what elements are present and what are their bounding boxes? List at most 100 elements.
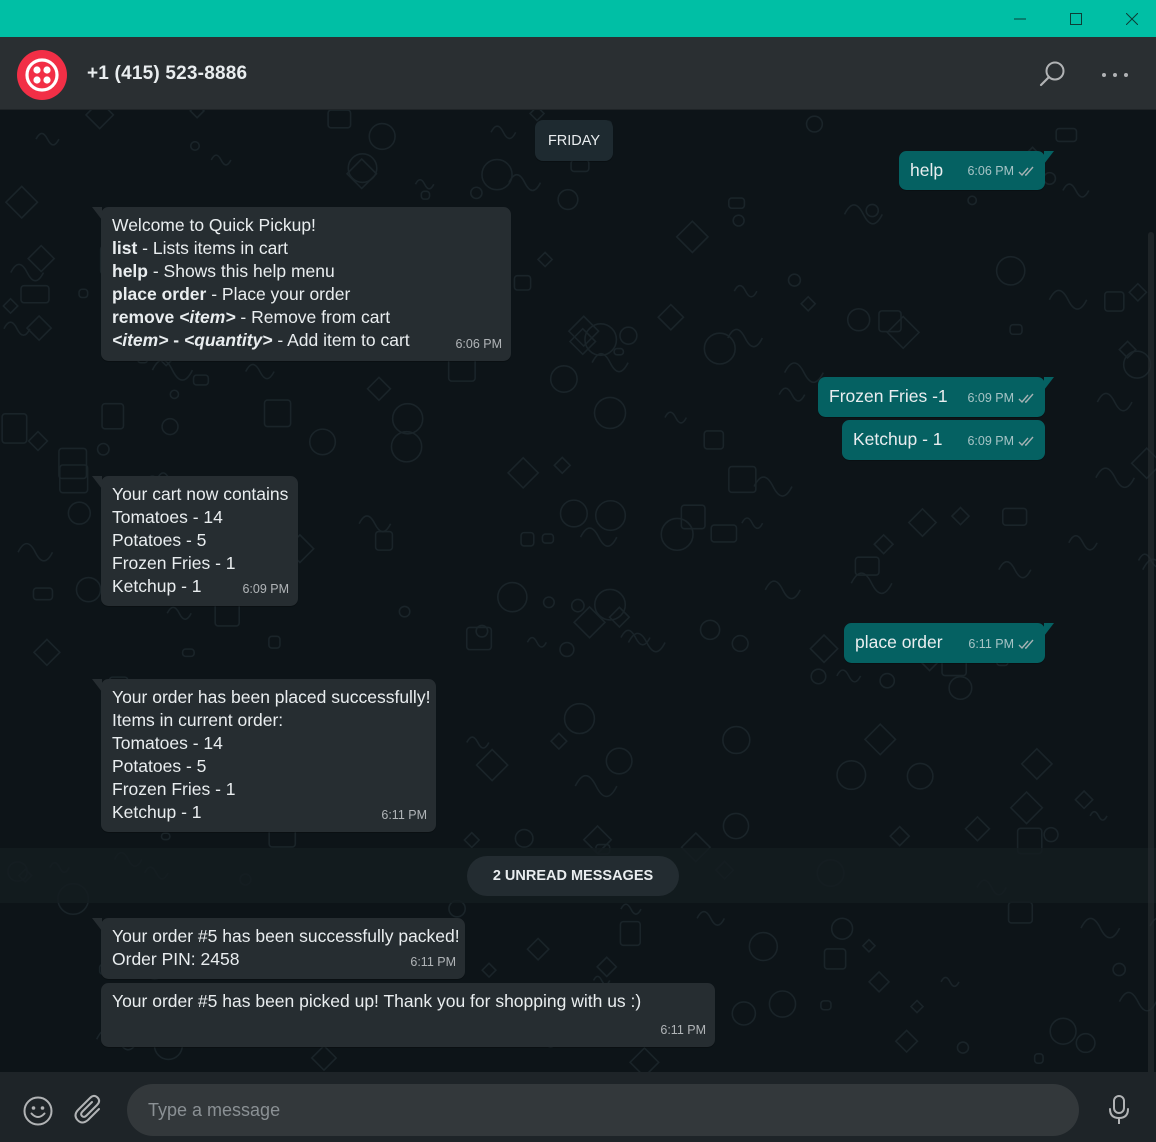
wallpaper-doodle: [1103, 291, 1125, 312]
minimize-button[interactable]: [992, 0, 1048, 37]
contact-name[interactable]: +1 (415) 523-8886: [87, 63, 247, 85]
wallpaper-doodle: [189, 140, 201, 152]
wallpaper-doodle: [463, 831, 481, 849]
wallpaper-doodle: [940, 976, 960, 988]
command-name: help: [112, 261, 148, 281]
wallpaper-doodle: [263, 399, 292, 428]
wallpaper-doodle: [368, 122, 396, 151]
wallpaper-doodle: [391, 402, 424, 435]
command-description: - Shows this help menu: [147, 261, 335, 281]
wallpaper-doodle: [596, 956, 618, 978]
wallpaper-doodle: [32, 638, 61, 667]
wallpaper-doodle: [10, 263, 45, 282]
message-line: Your order #5 has been picked up! Thank …: [112, 991, 642, 1011]
wallpaper-doodle: [542, 596, 556, 609]
message-bubble-outgoing[interactable]: place order 6:11 PM: [844, 623, 1054, 663]
message-time: 6:09 PM: [967, 434, 1014, 448]
message-bubble-incoming[interactable]: Your order #5 has been successfully pack…: [92, 918, 465, 979]
search-button[interactable]: [1038, 60, 1068, 90]
wallpaper-doodle: [1096, 392, 1133, 412]
wallpaper-doodle: [703, 430, 725, 450]
wallpaper-doodle: [366, 376, 392, 402]
wallpaper-doodle: [886, 315, 921, 350]
wallpaper-doodle: [964, 815, 991, 842]
wallpaper-doodle: [950, 506, 971, 526]
wallpaper-doodle: [1074, 789, 1094, 810]
wallpaper-doodle: [166, 606, 192, 621]
wallpaper-doodle: [733, 284, 758, 298]
wallpaper-doodle: [620, 903, 642, 915]
message-time: 6:11 PM: [410, 955, 456, 969]
chat-header: +1 (415) 523-8886: [0, 37, 1156, 110]
wallpaper-doodle: [390, 430, 423, 463]
message-bubble-incoming[interactable]: Your order #5 has been picked up! Thank …: [101, 983, 715, 1047]
message-bubble-outgoing[interactable]: Frozen Fries -1 6:09 PM: [818, 377, 1054, 417]
message-composer: [0, 1072, 1156, 1142]
wallpaper-doodle: [514, 828, 534, 848]
wallpaper-doodle: [310, 1044, 338, 1072]
message-line: Your order #5 has been successfully pack…: [112, 926, 460, 946]
wallpaper-doodle: [541, 533, 555, 544]
message-line: Welcome to Quick Pickup!: [112, 215, 316, 235]
menu-button[interactable]: [1098, 60, 1132, 90]
microphone-icon: [1109, 1095, 1129, 1124]
twilio-logo-icon: [25, 58, 59, 92]
wallpaper-doodle: [820, 1000, 832, 1011]
double-check-icon: [1018, 639, 1034, 650]
wallpaper-doodle: [906, 762, 934, 790]
message-input[interactable]: [127, 1084, 1079, 1136]
maximize-button[interactable]: [1048, 0, 1104, 37]
wallpaper-doodle: [481, 158, 513, 191]
message-meta: 6:11 PM: [410, 951, 456, 974]
wallpaper-doodle: [557, 188, 579, 211]
wallpaper-doodle: [731, 1001, 757, 1026]
wallpaper-doodle: [861, 938, 877, 953]
message-bubble-incoming[interactable]: Your order has been placed successfully!…: [92, 679, 436, 832]
wallpaper-doodle: [1043, 826, 1059, 843]
wallpaper-doodle: [854, 556, 880, 576]
avatar[interactable]: [17, 50, 67, 100]
message-bubble-incoming[interactable]: Your cart now contains Tomatoes - 14 Pot…: [92, 476, 298, 606]
wallpaper-doodle: [506, 456, 540, 490]
wallpaper-doodle: [889, 825, 911, 847]
wallpaper-doodle: [1055, 127, 1078, 143]
emoji-button[interactable]: [22, 1095, 54, 1127]
wallpaper-doodle: [594, 499, 627, 532]
wallpaper-doodle: [101, 402, 125, 430]
wallpaper-doodle: [680, 504, 706, 530]
wallpaper-doodle: [731, 634, 749, 653]
wallpaper-doodle: [699, 619, 721, 641]
wallpaper-doodle: [703, 332, 736, 365]
wallpaper-doodle: [1122, 350, 1152, 379]
wallpaper-doodle: [35, 132, 60, 146]
chat-scrollbar[interactable]: [1148, 232, 1154, 1072]
wallpaper-doodle: [850, 572, 893, 595]
wallpaper-doodle: [1049, 1017, 1077, 1045]
wallpaper-doodle: [710, 524, 738, 543]
message-bubble-outgoing[interactable]: Ketchup - 1 6:09 PM: [842, 420, 1045, 460]
chat-panel[interactable]: FRIDAY help 6:06 PM Welcome to Quick Pic…: [0, 110, 1156, 1072]
message-bubble-outgoing[interactable]: help 6:06 PM: [899, 151, 1054, 190]
command-name: remove: [112, 307, 180, 327]
wallpaper-doodle: [374, 530, 394, 551]
message-meta: 6:06 PM: [967, 160, 1036, 183]
wallpaper-doodle: [660, 517, 694, 552]
wallpaper-doodle: [497, 581, 528, 613]
wallpaper-doodle: [1048, 289, 1088, 310]
message-bubble-incoming[interactable]: Welcome to Quick Pickup! list - Lists it…: [92, 207, 511, 361]
voice-message-button[interactable]: [1106, 1094, 1132, 1126]
close-button[interactable]: [1104, 0, 1156, 37]
wallpaper-doodle: [664, 411, 688, 424]
command-description: - Lists items in cart: [137, 238, 289, 258]
wallpaper-doodle: [17, 542, 54, 562]
wallpaper-doodle: [657, 303, 685, 331]
message-line: Your order has been placed successfully!: [112, 687, 431, 707]
wallpaper-doodle: [830, 917, 854, 940]
attach-button[interactable]: [74, 1094, 104, 1124]
command-name: place order: [112, 284, 207, 304]
wallpaper-doodle: [722, 812, 750, 840]
wallpaper-doodle: [570, 159, 590, 173]
wallpaper-doodle: [414, 178, 435, 190]
message-meta: 6:11 PM: [968, 633, 1036, 656]
wallpaper-doodle: [475, 748, 509, 782]
